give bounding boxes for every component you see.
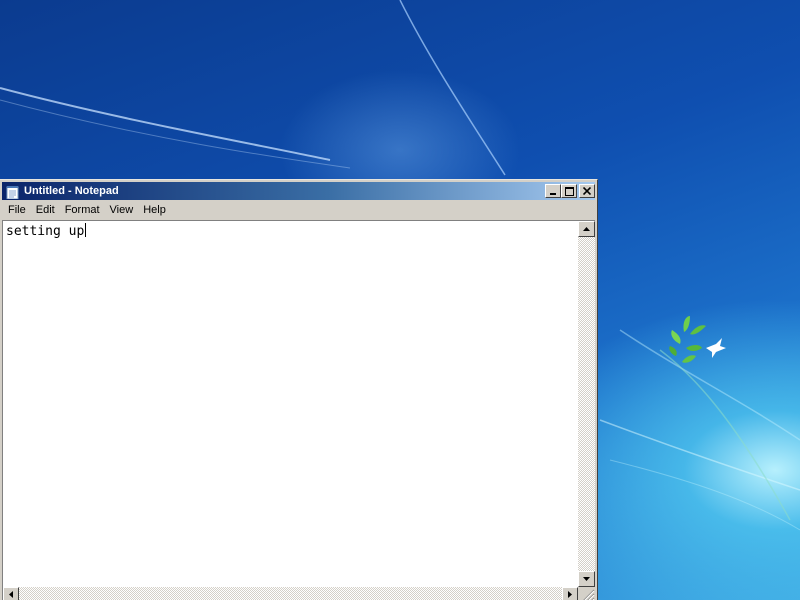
maximize-icon xyxy=(564,186,574,196)
text-caret xyxy=(85,223,87,237)
arrow-down-icon xyxy=(583,577,590,581)
vertical-scrollbar[interactable] xyxy=(578,221,595,587)
menu-help[interactable]: Help xyxy=(138,201,171,219)
resize-grip-icon xyxy=(583,589,595,600)
menu-bar: File Edit Format View Help xyxy=(2,201,595,219)
resize-grip[interactable] xyxy=(578,587,595,600)
desktop[interactable]: Untitled - Notepad File Edit Format View… xyxy=(0,0,800,600)
scroll-right-button[interactable] xyxy=(562,587,578,600)
scroll-left-button[interactable] xyxy=(3,587,19,600)
minimize-icon xyxy=(550,193,556,195)
menu-edit[interactable]: Edit xyxy=(31,201,60,219)
scroll-down-button[interactable] xyxy=(578,571,595,587)
notepad-window[interactable]: Untitled - Notepad File Edit Format View… xyxy=(0,179,598,600)
menu-file[interactable]: File xyxy=(2,201,31,219)
editor-text: setting up xyxy=(6,224,85,239)
maximize-button[interactable] xyxy=(561,184,577,198)
text-editor-line[interactable]: setting up xyxy=(6,223,87,239)
minimize-button[interactable] xyxy=(545,184,561,198)
arrow-right-icon xyxy=(568,590,572,598)
scroll-up-button[interactable] xyxy=(578,221,595,237)
notepad-icon[interactable] xyxy=(5,184,21,200)
close-icon xyxy=(583,187,591,195)
arrow-up-icon xyxy=(583,227,590,231)
menu-format[interactable]: Format xyxy=(60,201,105,219)
close-button[interactable] xyxy=(579,184,595,198)
arrow-left-icon xyxy=(9,590,13,598)
window-title: Untitled - Notepad xyxy=(24,185,119,197)
text-editor-area[interactable]: setting up xyxy=(2,220,595,600)
menu-view[interactable]: View xyxy=(105,201,139,219)
horizontal-scrollbar[interactable] xyxy=(3,587,578,600)
title-bar[interactable]: Untitled - Notepad xyxy=(2,182,595,200)
windows-logo-icon xyxy=(669,316,726,363)
